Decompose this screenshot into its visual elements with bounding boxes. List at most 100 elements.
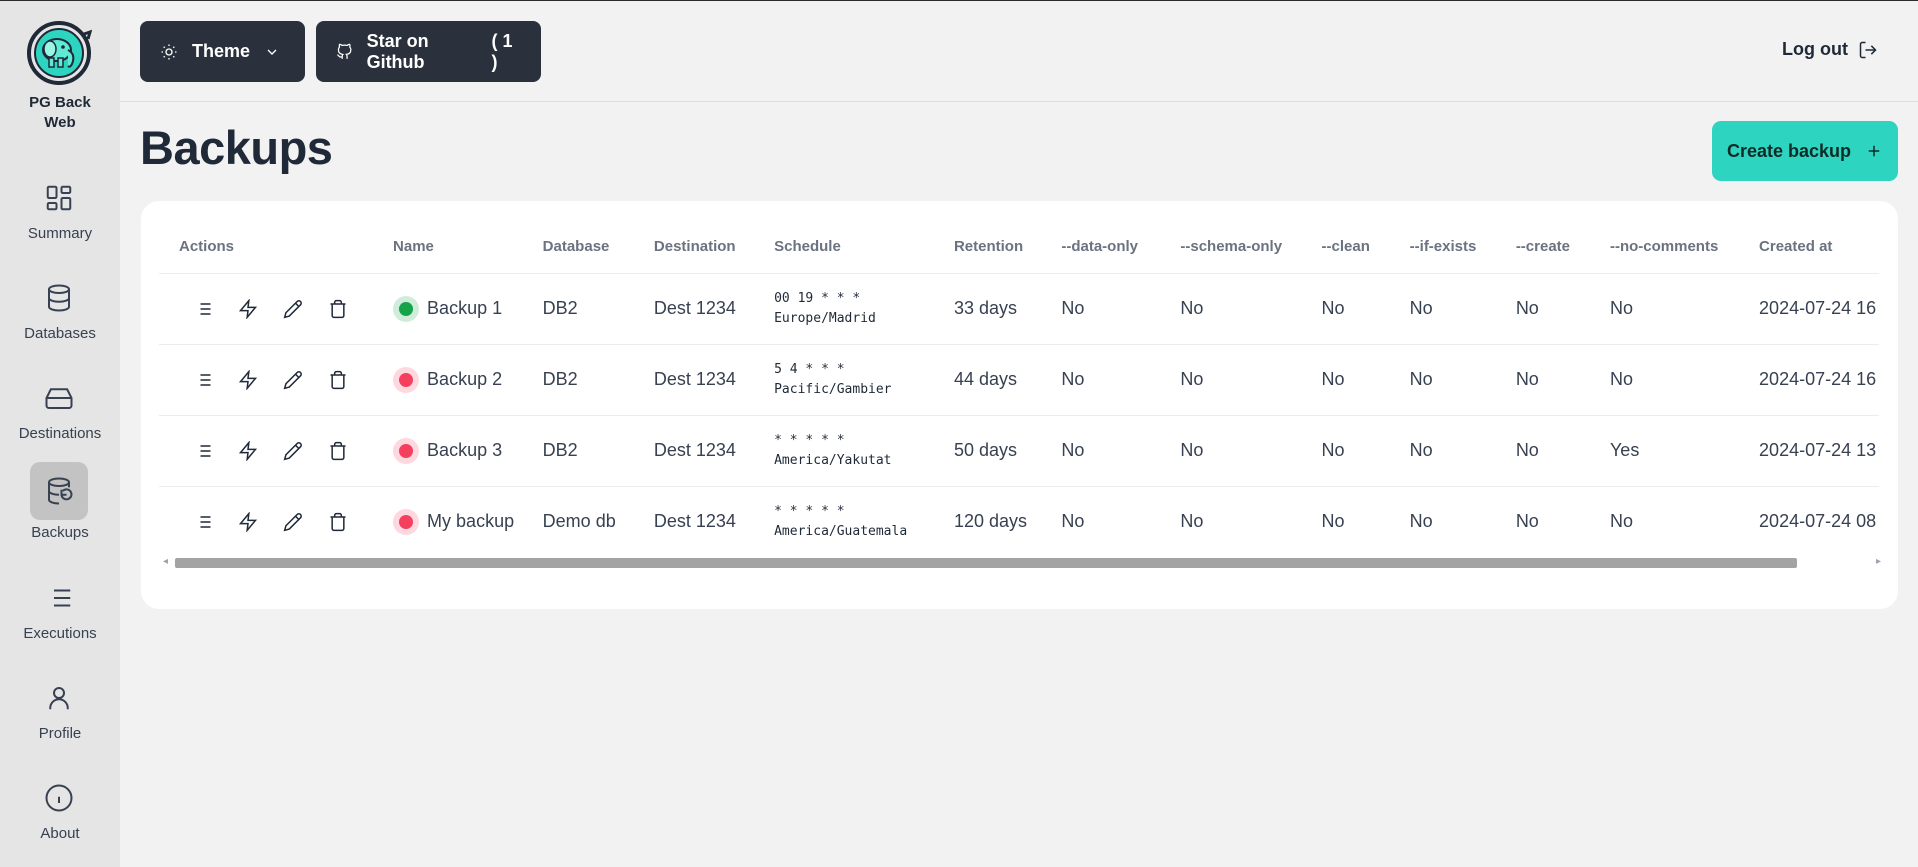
backup-name: Backup 1 (427, 298, 503, 318)
clean-cell: No (1301, 415, 1390, 487)
name-cell: Backup 2 (373, 344, 523, 416)
destination-cell: Dest 1234 (633, 415, 755, 487)
no-comments-cell: No (1589, 273, 1740, 345)
table-row: Backup 1 DB2 Dest 1234 00 19 * * * Europ… (159, 273, 1879, 345)
retention-cell: 33 days (933, 273, 1042, 345)
database-cell: DB2 (522, 344, 634, 416)
github-star-button[interactable]: Star on Github ( 1 ) (316, 21, 541, 82)
delete-trash-icon[interactable] (324, 366, 351, 393)
hard-drive-icon (30, 369, 88, 427)
brand-line2: Web (44, 114, 76, 131)
destination-cell: Dest 1234 (633, 344, 755, 416)
create-cell: No (1515, 511, 1539, 532)
schema-only-cell: No (1160, 344, 1302, 416)
sidebar-item-label: Executions (23, 625, 97, 642)
created-at-cell: 2024-07-24 16 (1739, 344, 1879, 416)
logout-icon (1859, 41, 1877, 58)
timezone: Pacific/Gambier (774, 381, 892, 397)
if-exists-cell: No (1389, 344, 1496, 416)
database-cell: DB2 (522, 415, 634, 487)
delete-trash-icon[interactable] (324, 508, 351, 535)
brand-name: PG Back Web (0, 93, 120, 133)
run-now-zap-icon[interactable] (234, 366, 261, 393)
schedule-cell: * * * * * America/Yakutat (754, 415, 934, 487)
sidebar-item-profile[interactable]: Profile (0, 669, 120, 759)
theme-button[interactable]: Theme (140, 21, 305, 82)
cron-expression: * * * * * (774, 432, 845, 448)
actions-cell (159, 415, 374, 487)
no-comments-cell: No (1609, 511, 1633, 532)
actions-cell (159, 344, 374, 416)
retention-cell: 44 days (933, 344, 1042, 416)
sidebar-item-about[interactable]: About (0, 769, 120, 859)
executions-list-icon[interactable] (189, 437, 216, 464)
sidebar-item-backups[interactable]: Backups (0, 462, 120, 552)
column-header-data-only: --data-only (1041, 221, 1161, 274)
if-exists-cell: No (1389, 273, 1496, 345)
sidebar-item-label: Profile (38, 725, 82, 742)
edit-pencil-icon[interactable] (279, 508, 306, 535)
edit-pencil-icon[interactable] (279, 295, 306, 322)
schedule-cell: 5 4 * * * Pacific/Gambier (754, 344, 934, 416)
sidebar-item-databases[interactable]: Databases (0, 269, 120, 359)
timezone: Europe/Madrid (774, 310, 876, 326)
table-row: My backup Demo db Dest 1234 * * * * * Am… (159, 486, 1879, 557)
table-scroll-area[interactable]: Actions Name Database Destination Schedu… (159, 221, 1879, 571)
sidebar-item-summary[interactable]: Summary (0, 169, 120, 259)
page-title: Backups (140, 121, 333, 174)
run-now-zap-icon[interactable] (234, 508, 261, 535)
create-cell: No (1495, 415, 1590, 487)
data-only-cell: No (1061, 511, 1085, 532)
horizontal-scrollbar[interactable]: ◂ ▸ (163, 556, 1881, 570)
destination-cell: Dest 1234 (633, 273, 755, 345)
timezone: America/Guatemala (774, 523, 908, 539)
clean-cell: No (1301, 273, 1390, 345)
scroll-left-arrow-icon[interactable]: ◂ (163, 556, 168, 567)
database-icon (30, 269, 88, 327)
create-backup-button[interactable]: Create backup (1712, 121, 1898, 181)
no-comments-cell: No (1589, 344, 1740, 416)
sidebar-item-label: Backups (31, 524, 89, 541)
logout-button[interactable]: Log out (1782, 39, 1878, 60)
scrollbar-thumb[interactable] (175, 558, 1797, 568)
name-cell: Backup 1 (373, 273, 523, 345)
backup-name: My backup (427, 511, 515, 532)
create-cell: No (1495, 344, 1590, 416)
column-header-schema-only: --schema-only (1160, 221, 1302, 274)
run-now-zap-icon[interactable] (234, 295, 261, 322)
column-header-database: Database (522, 221, 634, 274)
sidebar-item-destinations[interactable]: Destinations (0, 369, 120, 459)
retention-cell: 50 days (933, 415, 1042, 487)
sidebar-item-label: Destinations (18, 425, 102, 442)
column-header-actions: Actions (159, 221, 374, 274)
delete-trash-icon[interactable] (324, 295, 351, 322)
elephant-logo-icon[interactable] (26, 20, 92, 86)
summary-icon (30, 169, 88, 227)
sidebar: PG Back Web Summary Databases Destinatio… (0, 0, 120, 867)
executions-list-icon[interactable] (189, 366, 216, 393)
timezone: America/Yakutat (774, 452, 892, 468)
schema-only-cell: No (1160, 273, 1302, 345)
sidebar-item-executions[interactable]: Executions (0, 569, 120, 659)
data-only-cell: No (1041, 344, 1161, 416)
backups-table: Actions Name Database Destination Schedu… (159, 221, 1879, 557)
executions-list-icon[interactable] (189, 295, 216, 322)
edit-pencil-icon[interactable] (279, 366, 306, 393)
column-header-schedule: Schedule (754, 221, 934, 274)
logout-label: Log out (1782, 39, 1848, 59)
name-cell: Backup 3 (373, 415, 523, 487)
actions-cell (159, 486, 373, 557)
if-exists-cell: No (1389, 415, 1496, 487)
executions-list-icon[interactable] (189, 508, 216, 535)
column-header-create: --create (1495, 221, 1590, 274)
database-backup-icon (30, 462, 88, 520)
scroll-right-arrow-icon[interactable]: ▸ (1876, 556, 1881, 567)
no-comments-cell: Yes (1589, 415, 1740, 487)
backup-name: Backup 3 (427, 440, 503, 460)
edit-pencil-icon[interactable] (279, 437, 306, 464)
run-now-zap-icon[interactable] (234, 437, 261, 464)
delete-trash-icon[interactable] (324, 437, 351, 464)
schema-only-cell: No (1180, 511, 1204, 532)
github-count: ( 1 ) (491, 30, 513, 72)
name-cell: My backup (373, 486, 523, 557)
